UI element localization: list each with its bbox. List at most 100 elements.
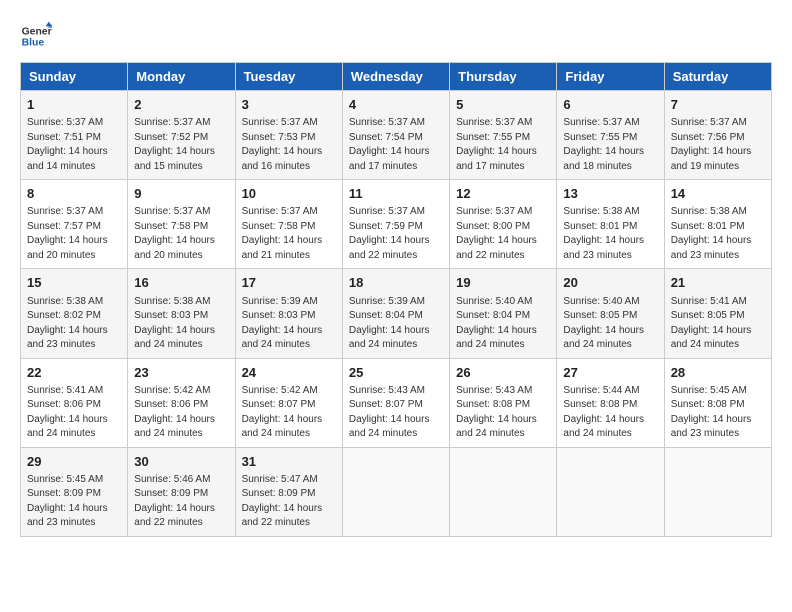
day-number: 18 xyxy=(349,274,443,292)
day-number: 20 xyxy=(563,274,657,292)
calendar-day-cell: 17 Sunrise: 5:39 AM Sunset: 8:03 PM Dayl… xyxy=(235,269,342,358)
weekday-header-thursday: Thursday xyxy=(450,63,557,91)
calendar-day-cell xyxy=(450,447,557,536)
weekday-header-sunday: Sunday xyxy=(21,63,128,91)
day-info: Sunrise: 5:46 AM Sunset: 8:09 PM Dayligh… xyxy=(134,473,228,531)
day-info: Sunrise: 5:37 AM Sunset: 7:55 PM Dayligh… xyxy=(456,116,550,174)
calendar-day-cell xyxy=(664,447,771,536)
day-number: 29 xyxy=(27,453,121,471)
calendar-day-cell: 21 Sunrise: 5:41 AM Sunset: 8:05 PM Dayl… xyxy=(664,269,771,358)
day-info: Sunrise: 5:45 AM Sunset: 8:09 PM Dayligh… xyxy=(27,473,121,531)
weekday-header-saturday: Saturday xyxy=(664,63,771,91)
day-number: 2 xyxy=(134,96,228,114)
day-info: Sunrise: 5:40 AM Sunset: 8:04 PM Dayligh… xyxy=(456,295,550,353)
logo-icon: General Blue xyxy=(20,20,52,52)
calendar-day-cell: 6 Sunrise: 5:37 AM Sunset: 7:55 PM Dayli… xyxy=(557,91,664,180)
calendar-day-cell: 11 Sunrise: 5:37 AM Sunset: 7:59 PM Dayl… xyxy=(342,180,449,269)
day-number: 10 xyxy=(242,185,336,203)
calendar-day-cell: 8 Sunrise: 5:37 AM Sunset: 7:57 PM Dayli… xyxy=(21,180,128,269)
weekday-header-tuesday: Tuesday xyxy=(235,63,342,91)
calendar-day-cell: 2 Sunrise: 5:37 AM Sunset: 7:52 PM Dayli… xyxy=(128,91,235,180)
calendar-day-cell: 24 Sunrise: 5:42 AM Sunset: 8:07 PM Dayl… xyxy=(235,358,342,447)
day-number: 27 xyxy=(563,364,657,382)
calendar-day-cell: 12 Sunrise: 5:37 AM Sunset: 8:00 PM Dayl… xyxy=(450,180,557,269)
day-info: Sunrise: 5:37 AM Sunset: 7:52 PM Dayligh… xyxy=(134,116,228,174)
weekday-header-friday: Friday xyxy=(557,63,664,91)
day-number: 1 xyxy=(27,96,121,114)
day-number: 21 xyxy=(671,274,765,292)
day-number: 22 xyxy=(27,364,121,382)
calendar-body: 1 Sunrise: 5:37 AM Sunset: 7:51 PM Dayli… xyxy=(21,91,772,537)
calendar-day-cell: 14 Sunrise: 5:38 AM Sunset: 8:01 PM Dayl… xyxy=(664,180,771,269)
day-info: Sunrise: 5:41 AM Sunset: 8:05 PM Dayligh… xyxy=(671,295,765,353)
day-number: 15 xyxy=(27,274,121,292)
day-info: Sunrise: 5:45 AM Sunset: 8:08 PM Dayligh… xyxy=(671,384,765,442)
calendar-day-cell: 3 Sunrise: 5:37 AM Sunset: 7:53 PM Dayli… xyxy=(235,91,342,180)
day-number: 24 xyxy=(242,364,336,382)
calendar-table: SundayMondayTuesdayWednesdayThursdayFrid… xyxy=(20,62,772,537)
calendar-day-cell: 13 Sunrise: 5:38 AM Sunset: 8:01 PM Dayl… xyxy=(557,180,664,269)
calendar-day-cell: 28 Sunrise: 5:45 AM Sunset: 8:08 PM Dayl… xyxy=(664,358,771,447)
calendar-week-3: 15 Sunrise: 5:38 AM Sunset: 8:02 PM Dayl… xyxy=(21,269,772,358)
day-number: 28 xyxy=(671,364,765,382)
day-number: 19 xyxy=(456,274,550,292)
day-info: Sunrise: 5:37 AM Sunset: 7:56 PM Dayligh… xyxy=(671,116,765,174)
day-number: 12 xyxy=(456,185,550,203)
calendar-week-4: 22 Sunrise: 5:41 AM Sunset: 8:06 PM Dayl… xyxy=(21,358,772,447)
day-number: 25 xyxy=(349,364,443,382)
calendar-week-5: 29 Sunrise: 5:45 AM Sunset: 8:09 PM Dayl… xyxy=(21,447,772,536)
day-info: Sunrise: 5:37 AM Sunset: 8:00 PM Dayligh… xyxy=(456,205,550,263)
calendar-day-cell: 4 Sunrise: 5:37 AM Sunset: 7:54 PM Dayli… xyxy=(342,91,449,180)
day-number: 23 xyxy=(134,364,228,382)
day-info: Sunrise: 5:37 AM Sunset: 7:54 PM Dayligh… xyxy=(349,116,443,174)
day-info: Sunrise: 5:43 AM Sunset: 8:07 PM Dayligh… xyxy=(349,384,443,442)
calendar-day-cell: 30 Sunrise: 5:46 AM Sunset: 8:09 PM Dayl… xyxy=(128,447,235,536)
calendar-day-cell: 26 Sunrise: 5:43 AM Sunset: 8:08 PM Dayl… xyxy=(450,358,557,447)
day-info: Sunrise: 5:38 AM Sunset: 8:01 PM Dayligh… xyxy=(671,205,765,263)
calendar-day-cell xyxy=(342,447,449,536)
calendar-week-2: 8 Sunrise: 5:37 AM Sunset: 7:57 PM Dayli… xyxy=(21,180,772,269)
svg-text:General: General xyxy=(22,26,52,37)
day-number: 26 xyxy=(456,364,550,382)
day-number: 9 xyxy=(134,185,228,203)
day-info: Sunrise: 5:37 AM Sunset: 7:58 PM Dayligh… xyxy=(242,205,336,263)
day-number: 7 xyxy=(671,96,765,114)
day-info: Sunrise: 5:47 AM Sunset: 8:09 PM Dayligh… xyxy=(242,473,336,531)
calendar-week-1: 1 Sunrise: 5:37 AM Sunset: 7:51 PM Dayli… xyxy=(21,91,772,180)
calendar-day-cell: 19 Sunrise: 5:40 AM Sunset: 8:04 PM Dayl… xyxy=(450,269,557,358)
day-info: Sunrise: 5:38 AM Sunset: 8:01 PM Dayligh… xyxy=(563,205,657,263)
day-info: Sunrise: 5:37 AM Sunset: 7:53 PM Dayligh… xyxy=(242,116,336,174)
day-number: 16 xyxy=(134,274,228,292)
day-number: 13 xyxy=(563,185,657,203)
day-info: Sunrise: 5:37 AM Sunset: 7:59 PM Dayligh… xyxy=(349,205,443,263)
day-number: 11 xyxy=(349,185,443,203)
calendar-day-cell: 29 Sunrise: 5:45 AM Sunset: 8:09 PM Dayl… xyxy=(21,447,128,536)
calendar-day-cell: 18 Sunrise: 5:39 AM Sunset: 8:04 PM Dayl… xyxy=(342,269,449,358)
day-info: Sunrise: 5:44 AM Sunset: 8:08 PM Dayligh… xyxy=(563,384,657,442)
day-number: 31 xyxy=(242,453,336,471)
day-info: Sunrise: 5:40 AM Sunset: 8:05 PM Dayligh… xyxy=(563,295,657,353)
day-number: 6 xyxy=(563,96,657,114)
day-info: Sunrise: 5:42 AM Sunset: 8:07 PM Dayligh… xyxy=(242,384,336,442)
calendar-day-cell: 10 Sunrise: 5:37 AM Sunset: 7:58 PM Dayl… xyxy=(235,180,342,269)
calendar-header-row: SundayMondayTuesdayWednesdayThursdayFrid… xyxy=(21,63,772,91)
day-info: Sunrise: 5:37 AM Sunset: 7:51 PM Dayligh… xyxy=(27,116,121,174)
day-number: 5 xyxy=(456,96,550,114)
calendar-day-cell xyxy=(557,447,664,536)
day-number: 30 xyxy=(134,453,228,471)
calendar-day-cell: 9 Sunrise: 5:37 AM Sunset: 7:58 PM Dayli… xyxy=(128,180,235,269)
calendar-day-cell: 23 Sunrise: 5:42 AM Sunset: 8:06 PM Dayl… xyxy=(128,358,235,447)
page-header: General Blue xyxy=(20,20,772,52)
calendar-day-cell: 31 Sunrise: 5:47 AM Sunset: 8:09 PM Dayl… xyxy=(235,447,342,536)
logo: General Blue xyxy=(20,20,56,52)
weekday-header-monday: Monday xyxy=(128,63,235,91)
weekday-header-wednesday: Wednesday xyxy=(342,63,449,91)
day-info: Sunrise: 5:39 AM Sunset: 8:04 PM Dayligh… xyxy=(349,295,443,353)
calendar-day-cell: 25 Sunrise: 5:43 AM Sunset: 8:07 PM Dayl… xyxy=(342,358,449,447)
calendar-day-cell: 7 Sunrise: 5:37 AM Sunset: 7:56 PM Dayli… xyxy=(664,91,771,180)
day-number: 8 xyxy=(27,185,121,203)
day-info: Sunrise: 5:38 AM Sunset: 8:03 PM Dayligh… xyxy=(134,295,228,353)
calendar-day-cell: 27 Sunrise: 5:44 AM Sunset: 8:08 PM Dayl… xyxy=(557,358,664,447)
calendar-day-cell: 22 Sunrise: 5:41 AM Sunset: 8:06 PM Dayl… xyxy=(21,358,128,447)
calendar-day-cell: 1 Sunrise: 5:37 AM Sunset: 7:51 PM Dayli… xyxy=(21,91,128,180)
